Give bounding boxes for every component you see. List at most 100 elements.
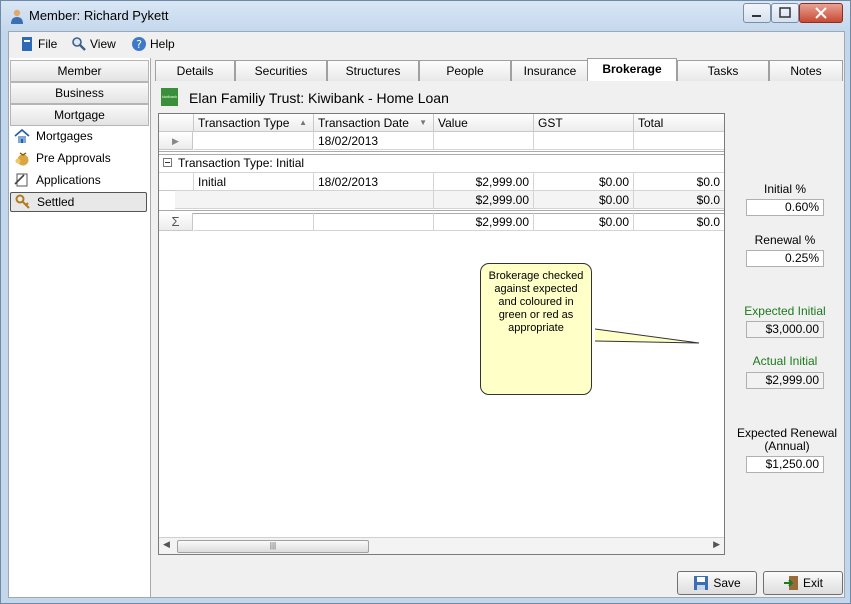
money-bag-icon (15, 152, 29, 166)
actual-initial-field: $2,999.00 (746, 372, 824, 389)
tab-strip: Details Securities Structures People Ins… (155, 58, 843, 82)
sum-icon: Σ (159, 213, 193, 231)
help-icon: ? (132, 37, 146, 51)
callout-pointer (595, 328, 700, 344)
column-header-gst[interactable]: GST (534, 114, 634, 132)
group-label: Transaction Type: Initial (178, 156, 305, 170)
exit-icon (783, 576, 798, 590)
menu-file[interactable]: File (19, 35, 57, 53)
initial-pct-input[interactable]: 0.60% (746, 199, 824, 216)
minimize-button[interactable] (743, 3, 771, 23)
client-area: File View ? Help Member Business Mortgag… (8, 31, 845, 598)
key-icon (15, 194, 30, 209)
column-header-total[interactable]: Total (634, 114, 724, 132)
row-indent-cell (175, 173, 194, 191)
tab-securities[interactable]: Securities (235, 60, 327, 81)
commission-panel: Initial % 0.60% Renewal % 0.25% Expected… (731, 173, 843, 593)
collapse-icon[interactable] (163, 158, 172, 167)
sidebar-item-mortgages[interactable]: Mortgages (10, 126, 147, 146)
expected-initial-field: $3,000.00 (746, 321, 824, 338)
expected-initial-label: Expected Initial (744, 304, 826, 318)
value-cell[interactable]: $2,999.00 (434, 173, 534, 191)
svg-text:?: ? (136, 38, 142, 51)
scrollbar-thumb[interactable]: ||| (177, 540, 369, 553)
transaction-type-cell[interactable]: Initial (194, 173, 314, 191)
nav-member-button[interactable]: Member (10, 60, 149, 82)
nav-business-button[interactable]: Business (10, 82, 149, 104)
sidebar-item-label: Applications (36, 173, 101, 187)
tab-people[interactable]: People (419, 60, 511, 81)
gst-cell[interactable]: $0.00 (534, 173, 634, 191)
sidebar-item-label: Pre Approvals (36, 151, 111, 165)
total-cell[interactable]: $0.0 (634, 173, 724, 191)
column-header-transaction-date[interactable]: Transaction Date ▼ (314, 114, 434, 132)
sort-ascending-icon: ▲ (299, 118, 307, 127)
exit-label: Exit (802, 576, 823, 590)
group-summary-value: $2,999.00 (434, 191, 534, 209)
expected-renewal-label: Expected Renewal (Annual) (736, 426, 838, 453)
window-title: Member: Richard Pykett (29, 8, 169, 23)
transaction-date-cell[interactable]: 18/02/2013 (314, 173, 434, 191)
grand-summary-value: $2,999.00 (434, 213, 534, 231)
column-header-transaction-type[interactable]: Transaction Type ▲ (194, 114, 314, 132)
group-row[interactable]: Transaction Type: Initial (159, 154, 724, 173)
menu-view-label: View (90, 37, 116, 51)
minimize-icon (752, 15, 761, 17)
tab-brokerage[interactable]: Brokerage (587, 58, 677, 82)
magnifier-icon (72, 37, 86, 51)
menu-help-label: Help (150, 37, 175, 51)
sidebar-item-pre-approvals[interactable]: Pre Approvals (10, 148, 147, 168)
user-icon (11, 9, 23, 24)
title-bar[interactable]: Member: Richard Pykett (1, 1, 850, 31)
menu-file-label: File (38, 37, 58, 51)
initial-pct-label: Initial % (763, 182, 807, 196)
lender-logo: kiwibank (161, 88, 178, 106)
save-label: Save (713, 576, 741, 590)
new-row-indicator[interactable]: ▶ (159, 132, 193, 150)
new-row-value-cell[interactable] (434, 132, 534, 150)
sidebar-item-settled[interactable]: Settled (10, 192, 147, 212)
maximize-button[interactable] (771, 3, 799, 23)
sidebar-item-label: Mortgages (36, 129, 93, 143)
window: Member: Richard Pykett File View ? Help (0, 0, 851, 604)
group-summary-label-cell (175, 191, 434, 209)
tab-notes[interactable]: Notes (769, 60, 843, 81)
expected-renewal-field: $1,250.00 (746, 456, 824, 473)
loan-title: Elan Familiy Trust: Kiwibank - Home Loan (189, 90, 449, 106)
group-indent (159, 173, 175, 191)
menu-view[interactable]: View (71, 35, 116, 53)
renewal-pct-input[interactable]: 0.25% (746, 250, 824, 267)
grand-summary-total: $0.0 (634, 213, 724, 231)
document-icon (14, 173, 28, 187)
menu-help[interactable]: ? Help (131, 35, 175, 53)
column-header-value[interactable]: Value (434, 114, 534, 132)
scroll-left-icon[interactable]: ◀ (163, 539, 170, 550)
horizontal-scrollbar[interactable]: ◀ ||| ▶ (159, 537, 724, 554)
new-row-gst-cell[interactable] (534, 132, 634, 150)
exit-button[interactable]: Exit (763, 571, 843, 595)
sort-descending-icon: ▼ (419, 118, 427, 127)
nav-mortgage-button[interactable]: Mortgage (10, 104, 149, 126)
sidebar-item-label: Settled (37, 195, 75, 209)
new-row-type-cell[interactable] (194, 132, 314, 150)
column-header-label: Transaction Date (318, 116, 409, 130)
tab-structures[interactable]: Structures (327, 60, 419, 81)
save-button[interactable]: Save (677, 571, 757, 595)
sidebar-item-applications[interactable]: Applications (10, 170, 147, 190)
menu-bar: File View ? Help (9, 32, 844, 54)
callout-note: Brokerage checked against expected and c… (480, 263, 592, 395)
actual-initial-label: Actual Initial (752, 354, 818, 368)
close-button[interactable] (799, 3, 843, 23)
new-row-total-cell[interactable] (634, 132, 724, 150)
new-row-date-cell[interactable]: 18/02/2013 (314, 132, 434, 150)
grand-summary-gst: $0.00 (534, 213, 634, 231)
group-summary-gst: $0.00 (534, 191, 634, 209)
scroll-right-icon[interactable]: ▶ (713, 539, 720, 550)
tab-tasks[interactable]: Tasks (677, 60, 769, 81)
save-icon (694, 576, 709, 590)
file-icon (22, 37, 32, 51)
group-summary-total: $0.0 (634, 191, 724, 209)
tab-details[interactable]: Details (155, 60, 235, 81)
tab-insurance[interactable]: Insurance (511, 60, 589, 81)
house-icon (14, 128, 30, 143)
